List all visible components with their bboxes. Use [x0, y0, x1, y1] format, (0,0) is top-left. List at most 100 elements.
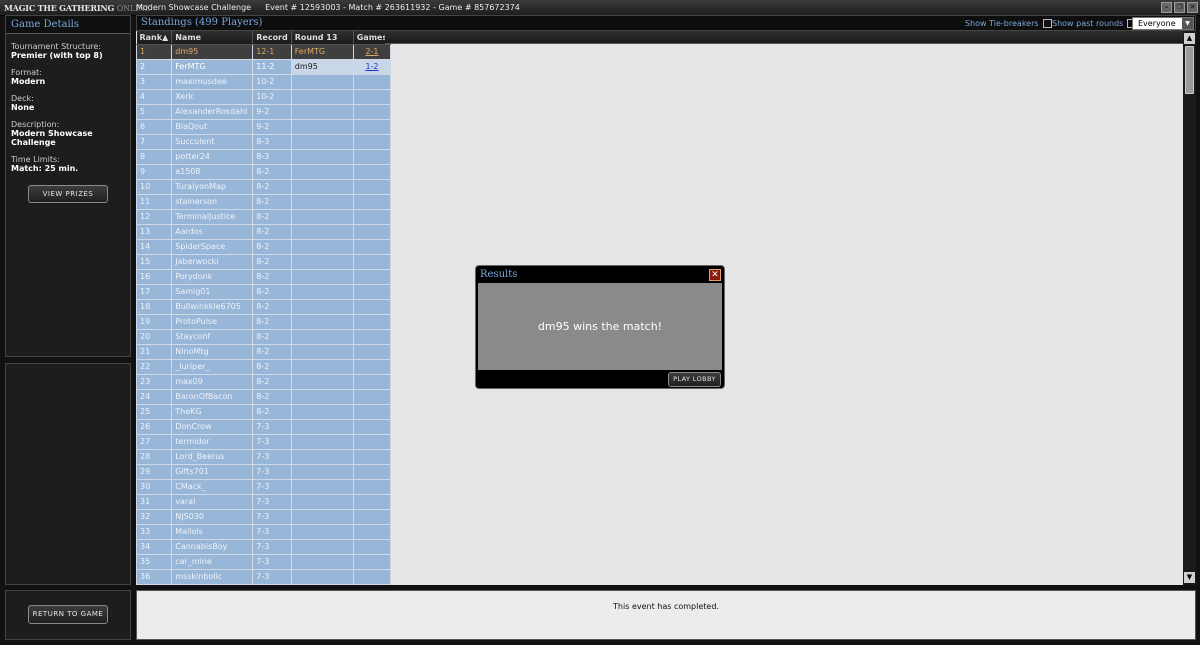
- player-name-cell: Jaberwocki: [171, 253, 254, 270]
- standings-row[interactable]: 9 a1508 8-2: [136, 163, 392, 180]
- standings-row[interactable]: 1 dm95 12-1 FerMTG 2-1: [136, 43, 392, 60]
- show-tiebreakers-checkbox[interactable]: [1042, 19, 1052, 28]
- play-lobby-button[interactable]: PLAY LOBBY: [668, 372, 721, 387]
- opponent-cell: [290, 178, 354, 195]
- standings-row[interactable]: 6 BlaQout 9-2: [136, 118, 392, 135]
- close-window-icon[interactable]: ✕: [1187, 2, 1198, 13]
- standings-row[interactable]: 15 Jaberwocki 8-2: [136, 253, 392, 270]
- record-cell: 8-2: [252, 268, 292, 285]
- close-icon[interactable]: ✕: [709, 269, 721, 281]
- record-cell: 7-3: [252, 553, 292, 570]
- games-cell: [352, 403, 392, 420]
- standings-row[interactable]: 7 Succulent 8-3: [136, 133, 392, 150]
- player-name-cell: msskinbolic: [171, 568, 254, 585]
- opponent-cell: [290, 448, 354, 465]
- opponent-cell: [290, 508, 354, 525]
- opponent-cell: [290, 118, 354, 135]
- standings-row[interactable]: 36 msskinbolic 7-3: [136, 568, 392, 585]
- games-cell: [352, 448, 392, 465]
- standings-row[interactable]: 31 varal 7-3: [136, 493, 392, 510]
- results-message: dm95 wins the match!: [478, 283, 722, 370]
- standings-body: 1 dm95 12-1 FerMTG 2-1 2 FerMTG 11-2 dm95 1-2 3 max…: [136, 43, 392, 585]
- games-cell: [352, 433, 392, 450]
- player-filter-dropdown[interactable]: Everyone ▼: [1132, 17, 1194, 30]
- opponent-cell: [290, 343, 354, 360]
- scroll-down-icon[interactable]: ▼: [1184, 572, 1195, 583]
- player-name-cell: TheKG: [171, 403, 254, 420]
- standings-row[interactable]: 23 max09 8-2: [136, 373, 392, 390]
- rank-cell: 15: [136, 253, 173, 270]
- show-past-rounds-option[interactable]: Show past rounds: [1052, 19, 1137, 28]
- chevron-down-icon[interactable]: ▼: [1182, 18, 1193, 29]
- standings-row[interactable]: 8 potter24 8-3: [136, 148, 392, 165]
- standings-row[interactable]: 13 Aardos 8-2: [136, 223, 392, 240]
- column-header-record[interactable]: Record: [252, 31, 292, 45]
- standings-row[interactable]: 2 FerMTG 11-2 dm95 1-2: [136, 58, 392, 75]
- minimize-icon[interactable]: –: [1161, 2, 1172, 13]
- standings-row[interactable]: 14 SpiderSpace 8-2: [136, 238, 392, 255]
- standings-row[interactable]: 5 AlexanderRosdahl 9-2: [136, 103, 392, 120]
- column-header-round[interactable]: Round 13: [291, 31, 354, 45]
- player-name-cell: stainerson: [171, 193, 254, 210]
- player-name-cell: NinoMtg: [171, 343, 254, 360]
- standings-row[interactable]: 21 NinoMtg 8-2: [136, 343, 392, 360]
- games-cell: [352, 118, 392, 135]
- standings-row[interactable]: 34 CannabisBoy 7-3: [136, 538, 392, 555]
- games-link[interactable]: 1-2: [365, 62, 378, 71]
- column-header-rank[interactable]: Rank▲: [136, 31, 173, 45]
- games-link[interactable]: 2-1: [365, 47, 378, 56]
- opponent-cell: [290, 163, 354, 180]
- opponent-cell: [290, 313, 354, 330]
- standings-row[interactable]: 22 _Iuriper_ 8-2: [136, 358, 392, 375]
- standings-row[interactable]: 25 TheKG 8-2: [136, 403, 392, 420]
- standings-row[interactable]: 20 Stayconf 8-2: [136, 328, 392, 345]
- standings-row[interactable]: 30 CMack_ 7-3: [136, 478, 392, 495]
- standings-row[interactable]: 28 Lord_Beerus 7-3: [136, 448, 392, 465]
- standings-row[interactable]: 27 termidor 7-3: [136, 433, 392, 450]
- column-header-name[interactable]: Name: [171, 31, 254, 45]
- rank-cell: 19: [136, 313, 173, 330]
- standings-row[interactable]: 11 stainerson 8-2: [136, 193, 392, 210]
- record-cell: 7-3: [252, 568, 292, 585]
- games-cell: [352, 223, 392, 240]
- player-name-cell: TuralyonMap: [171, 178, 254, 195]
- standings-row[interactable]: 18 Bullwinkkle6705 8-2: [136, 298, 392, 315]
- standings-row[interactable]: 26 DonCrow 7-3: [136, 418, 392, 435]
- restore-icon[interactable]: ❐: [1174, 2, 1185, 13]
- rank-cell: 16: [136, 268, 173, 285]
- standings-row[interactable]: 10 TuralyonMap 8-2: [136, 178, 392, 195]
- standings-row[interactable]: 17 Samlg01 8-2: [136, 283, 392, 300]
- opponent-cell: [290, 478, 354, 495]
- player-name-cell: Aardos: [171, 223, 254, 240]
- record-cell: 10-2: [252, 88, 292, 105]
- standings-row[interactable]: 19 ProtoPulse 8-2: [136, 313, 392, 330]
- standings-row[interactable]: 24 BaronOfBacon 8-2: [136, 388, 392, 405]
- detail-value: Match: 25 min.: [11, 164, 79, 173]
- return-to-game-button[interactable]: RETURN TO GAME: [28, 605, 108, 624]
- standings-scrollbar[interactable]: ▲ ▼: [1183, 31, 1196, 585]
- scroll-up-icon[interactable]: ▲: [1184, 33, 1195, 44]
- standings-row[interactable]: 12 TerminalJustice 8-2: [136, 208, 392, 225]
- standings-row[interactable]: 33 Mallols 7-3: [136, 523, 392, 540]
- show-tiebreakers-option[interactable]: Show Tie-breakers: [965, 19, 1052, 28]
- standings-row[interactable]: 35 car_mine 7-3: [136, 553, 392, 570]
- record-cell: 9-2: [252, 118, 292, 135]
- player-name-cell: Lord_Beerus: [171, 448, 254, 465]
- player-name-cell: CannabisBoy: [171, 538, 254, 555]
- standings-row[interactable]: 4 Xerk 10-2: [136, 88, 392, 105]
- games-cell: [352, 553, 392, 570]
- standings-row[interactable]: 3 maximusdee 10-2: [136, 73, 392, 90]
- record-cell: 8-2: [252, 403, 292, 420]
- opponent-cell: [290, 568, 354, 585]
- standings-row[interactable]: 32 NJS030 7-3: [136, 508, 392, 525]
- standings-row[interactable]: 29 Gifts701 7-3: [136, 463, 392, 480]
- games-cell[interactable]: 2-1: [352, 43, 392, 60]
- standings-row[interactable]: 16 Porydonk 8-2: [136, 268, 392, 285]
- opponent-cell: [290, 433, 354, 450]
- game-details-panel: Game Details Tournament Structure: Premie…: [5, 15, 131, 357]
- view-prizes-button[interactable]: VIEW PRIZES: [28, 185, 108, 203]
- games-cell[interactable]: 1-2: [352, 58, 392, 75]
- player-name-cell: TerminalJustice: [171, 208, 254, 225]
- scrollbar-thumb[interactable]: [1185, 46, 1194, 94]
- opponent-cell: [290, 268, 354, 285]
